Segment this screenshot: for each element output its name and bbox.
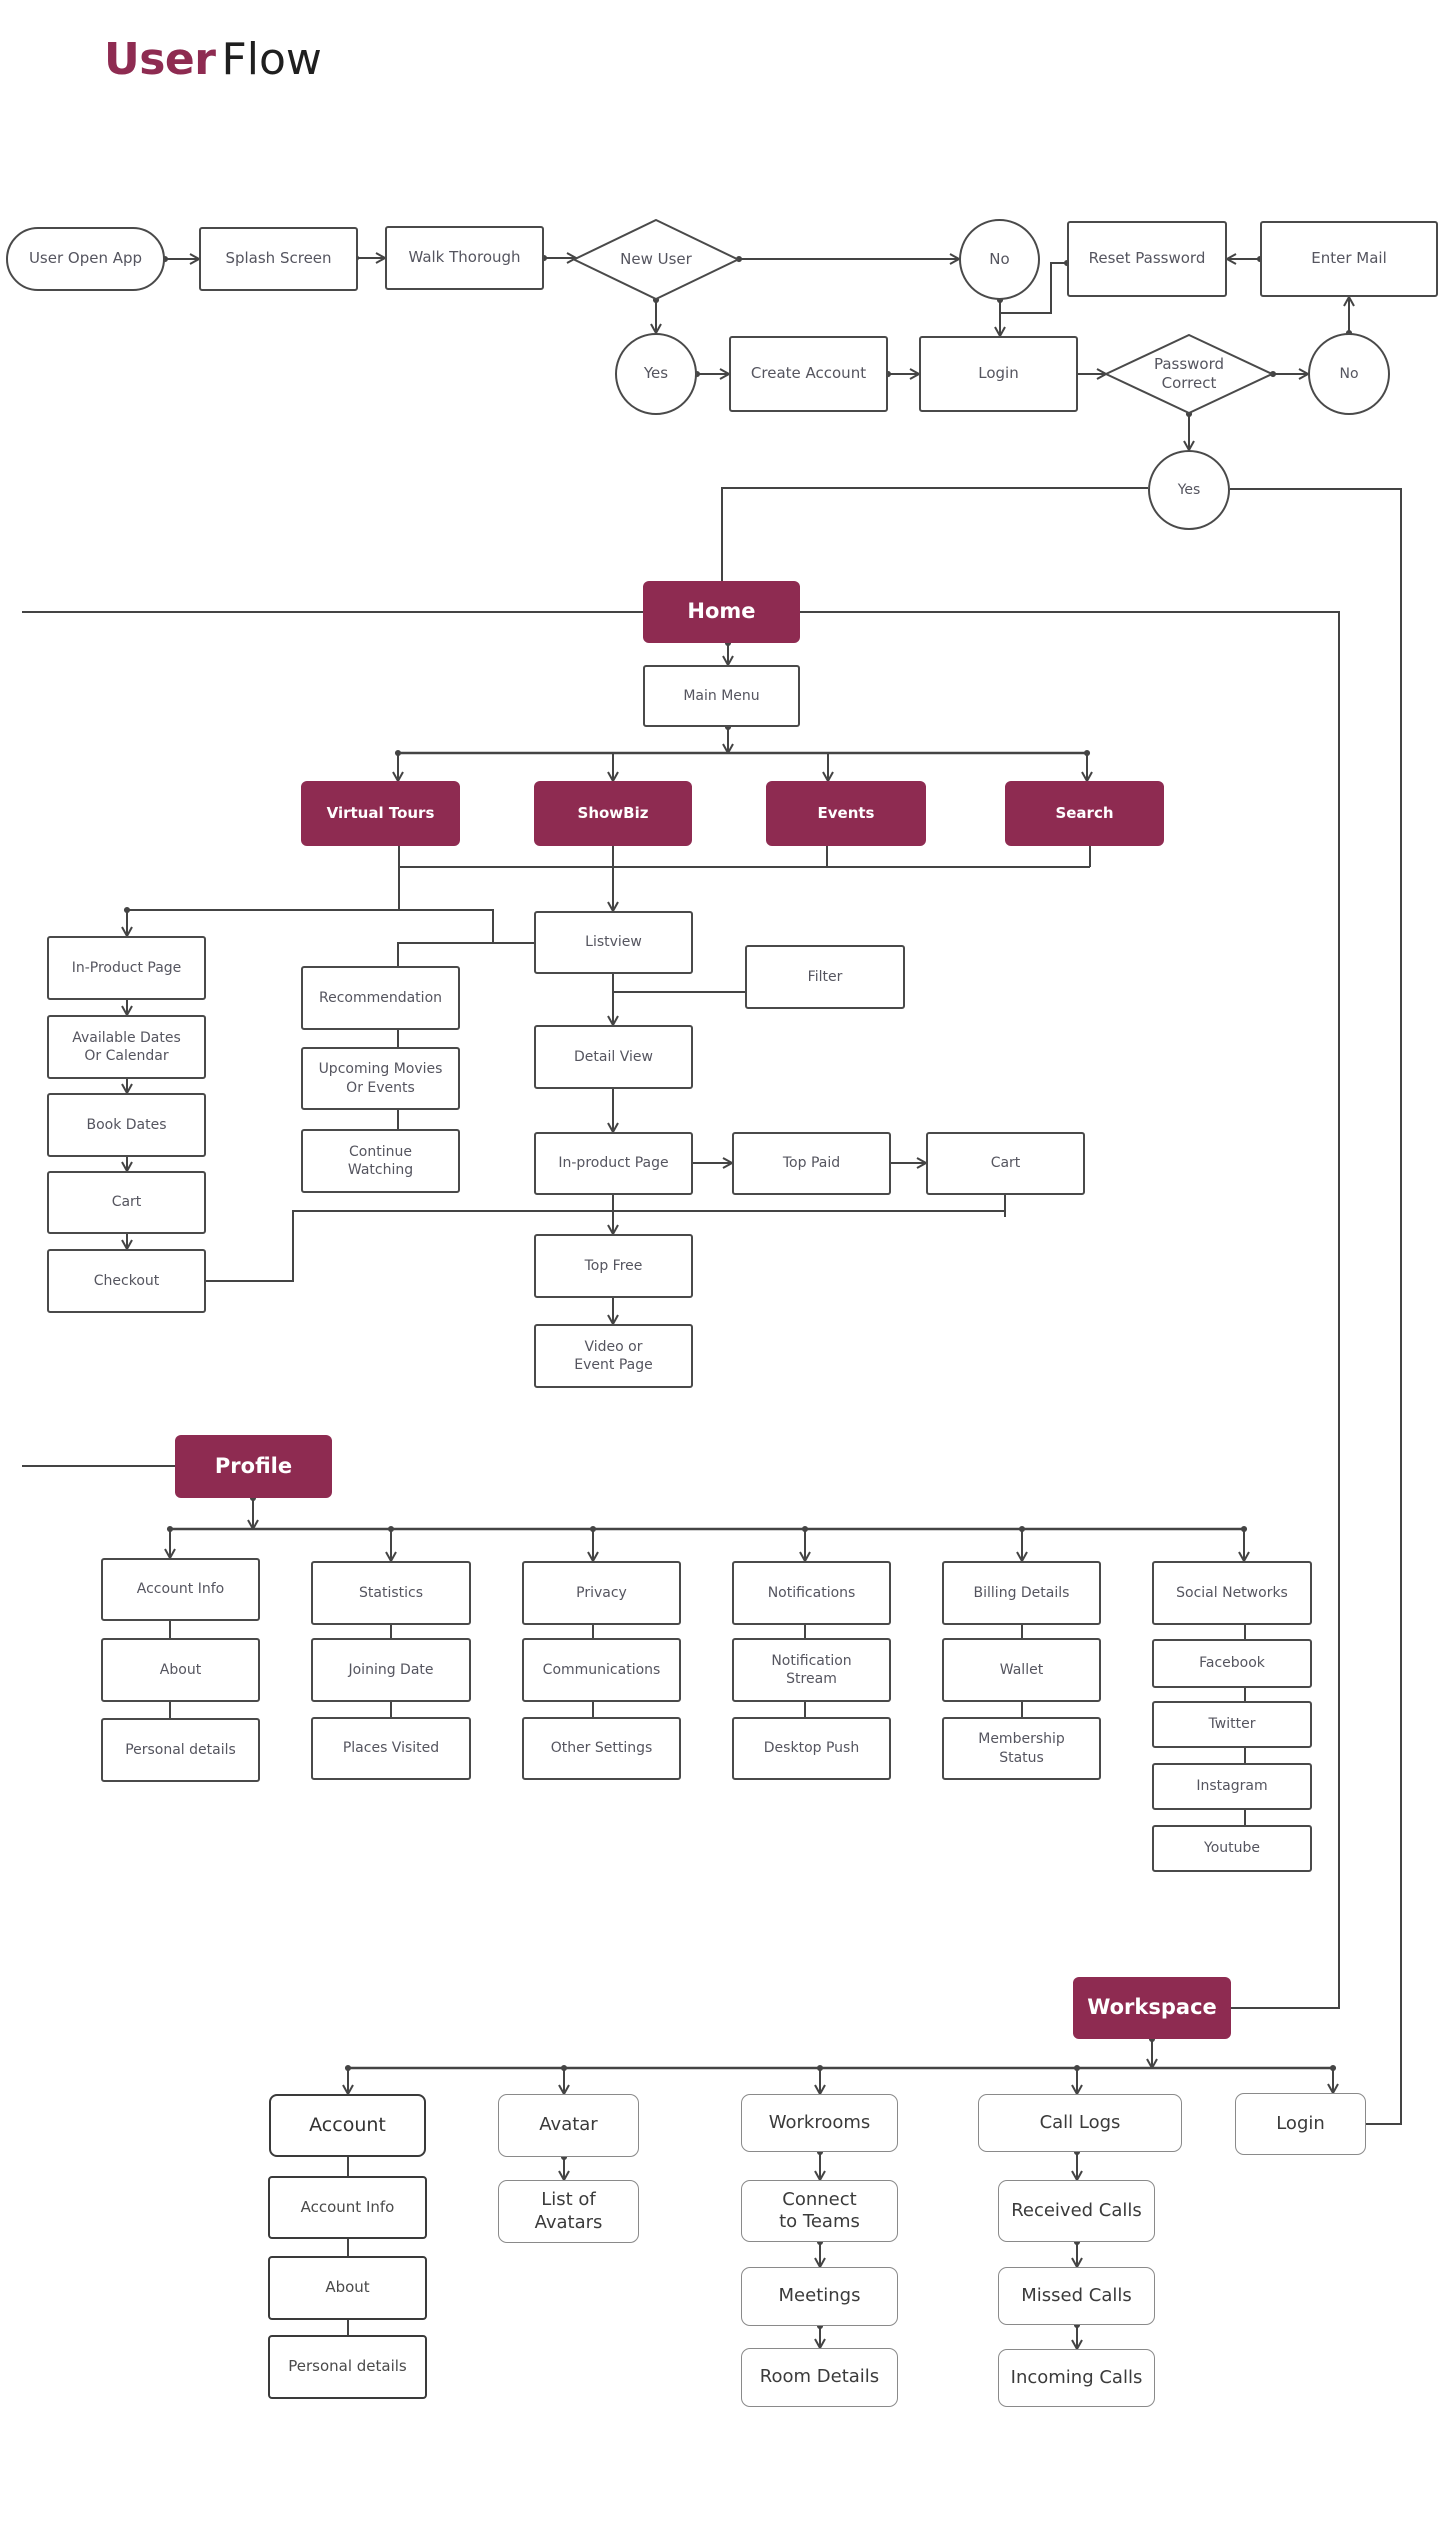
- profile-youtube: Youtube: [1152, 1825, 1312, 1872]
- node-user-open-app: User Open App: [6, 227, 165, 291]
- ws-account: Account: [269, 2094, 426, 2157]
- node-top-paid: Top Paid: [732, 1132, 891, 1195]
- node-events: Events: [766, 781, 926, 846]
- ws-missed-calls: Missed Calls: [998, 2267, 1155, 2325]
- node-login: Login: [919, 336, 1078, 412]
- node-profile: Profile: [175, 1435, 332, 1498]
- bus-sections: [398, 846, 1091, 910]
- ws-list-of-avatars: List of Avatars: [498, 2180, 639, 2243]
- profile-instagram: Instagram: [1152, 1763, 1312, 1810]
- node-password-no: No: [1308, 333, 1390, 415]
- profile-notifications: Notifications: [732, 1561, 891, 1625]
- node-workspace: Workspace: [1073, 1977, 1231, 2039]
- node-detail-view: Detail View: [534, 1025, 693, 1089]
- ws-workrooms: Workrooms: [741, 2094, 898, 2152]
- profile-twitter: Twitter: [1152, 1701, 1312, 1748]
- profile-privacy: Privacy: [522, 1561, 681, 1625]
- node-booking-in-product-page: In-Product Page: [47, 936, 206, 1000]
- profile-facebook: Facebook: [1152, 1639, 1312, 1688]
- profile-desktop-push: Desktop Push: [732, 1717, 891, 1780]
- node-new-user-no: No: [959, 219, 1040, 300]
- node-password-yes: Yes: [1148, 450, 1230, 530]
- connector-yes-to-home: [721, 487, 1148, 581]
- ws-incoming-calls: Incoming Calls: [998, 2349, 1155, 2407]
- node-walk-through: Walk Thorough: [385, 226, 544, 290]
- node-booking-available-dates: Available Dates Or Calendar: [47, 1015, 206, 1079]
- decision-password-correct-label: Password Correct: [1153, 355, 1225, 392]
- profile-other-settings: Other Settings: [522, 1717, 681, 1780]
- node-in-product-page: In-product Page: [534, 1132, 693, 1195]
- node-video-page: Video or Event Page: [534, 1324, 693, 1388]
- profile-about: About: [101, 1638, 260, 1702]
- ws-connect-to-teams: Connect to Teams: [741, 2180, 898, 2242]
- decision-new-user: New User: [573, 219, 739, 300]
- profile-places-visited: Places Visited: [311, 1717, 471, 1780]
- profile-communications: Communications: [522, 1638, 681, 1702]
- ws-about: About: [268, 2256, 427, 2320]
- node-showbiz: ShowBiz: [534, 781, 692, 846]
- title-regular: Flow: [221, 34, 322, 85]
- profile-social-networks: Social Networks: [1152, 1561, 1312, 1625]
- decision-new-user-label: New User: [620, 250, 692, 269]
- profile-personal-details: Personal details: [101, 1718, 260, 1782]
- node-filter: Filter: [745, 945, 905, 1009]
- ws-account-info: Account Info: [268, 2176, 427, 2239]
- node-create-account: Create Account: [729, 336, 888, 412]
- ws-call-logs: Call Logs: [978, 2094, 1182, 2152]
- node-booking-book-dates: Book Dates: [47, 1093, 206, 1157]
- node-continue-watching: Continue Watching: [301, 1129, 460, 1193]
- profile-statistics: Statistics: [311, 1561, 471, 1625]
- node-top-free: Top Free: [534, 1234, 693, 1298]
- ws-avatar: Avatar: [498, 2094, 639, 2157]
- connector-listview-to-discovery: [397, 942, 534, 966]
- node-booking-cart: Cart: [47, 1171, 206, 1234]
- node-home: Home: [643, 581, 800, 643]
- node-upcoming: Upcoming Movies Or Events: [301, 1047, 460, 1110]
- connector-yes-to-workspace-login: [1230, 488, 1402, 2125]
- title-bold: User: [104, 34, 216, 85]
- node-enter-mail: Enter Mail: [1260, 221, 1438, 297]
- page-title: User Flow: [104, 38, 322, 82]
- profile-membership-status: Membership Status: [942, 1717, 1101, 1780]
- node-new-user-yes: Yes: [615, 333, 697, 415]
- ws-meetings: Meetings: [741, 2267, 898, 2326]
- ws-received-calls: Received Calls: [998, 2180, 1155, 2242]
- profile-joining-date: Joining Date: [311, 1638, 471, 1702]
- node-search: Search: [1005, 781, 1164, 846]
- ws-login: Login: [1235, 2093, 1366, 2155]
- ws-personal-details: Personal details: [268, 2335, 427, 2399]
- user-flow-diagram: User Flow User Open App Splash Screen Wal…: [0, 0, 1446, 2542]
- ws-room-details: Room Details: [741, 2348, 898, 2407]
- node-main-menu: Main Menu: [643, 665, 800, 727]
- profile-billing-details: Billing Details: [942, 1561, 1101, 1625]
- node-cart: Cart: [926, 1132, 1085, 1195]
- node-listview: Listview: [534, 911, 693, 974]
- decision-password-correct: Password Correct: [1105, 334, 1273, 414]
- node-reset-password: Reset Password: [1067, 221, 1227, 297]
- node-booking-checkout: Checkout: [47, 1249, 206, 1313]
- node-recommendation: Recommendation: [301, 966, 460, 1030]
- profile-wallet: Wallet: [942, 1638, 1101, 1702]
- node-splash-screen: Splash Screen: [199, 227, 358, 291]
- profile-notification-stream: Notification Stream: [732, 1638, 891, 1702]
- profile-account-info: Account Info: [101, 1558, 260, 1621]
- node-virtual-tours: Virtual Tours: [301, 781, 460, 846]
